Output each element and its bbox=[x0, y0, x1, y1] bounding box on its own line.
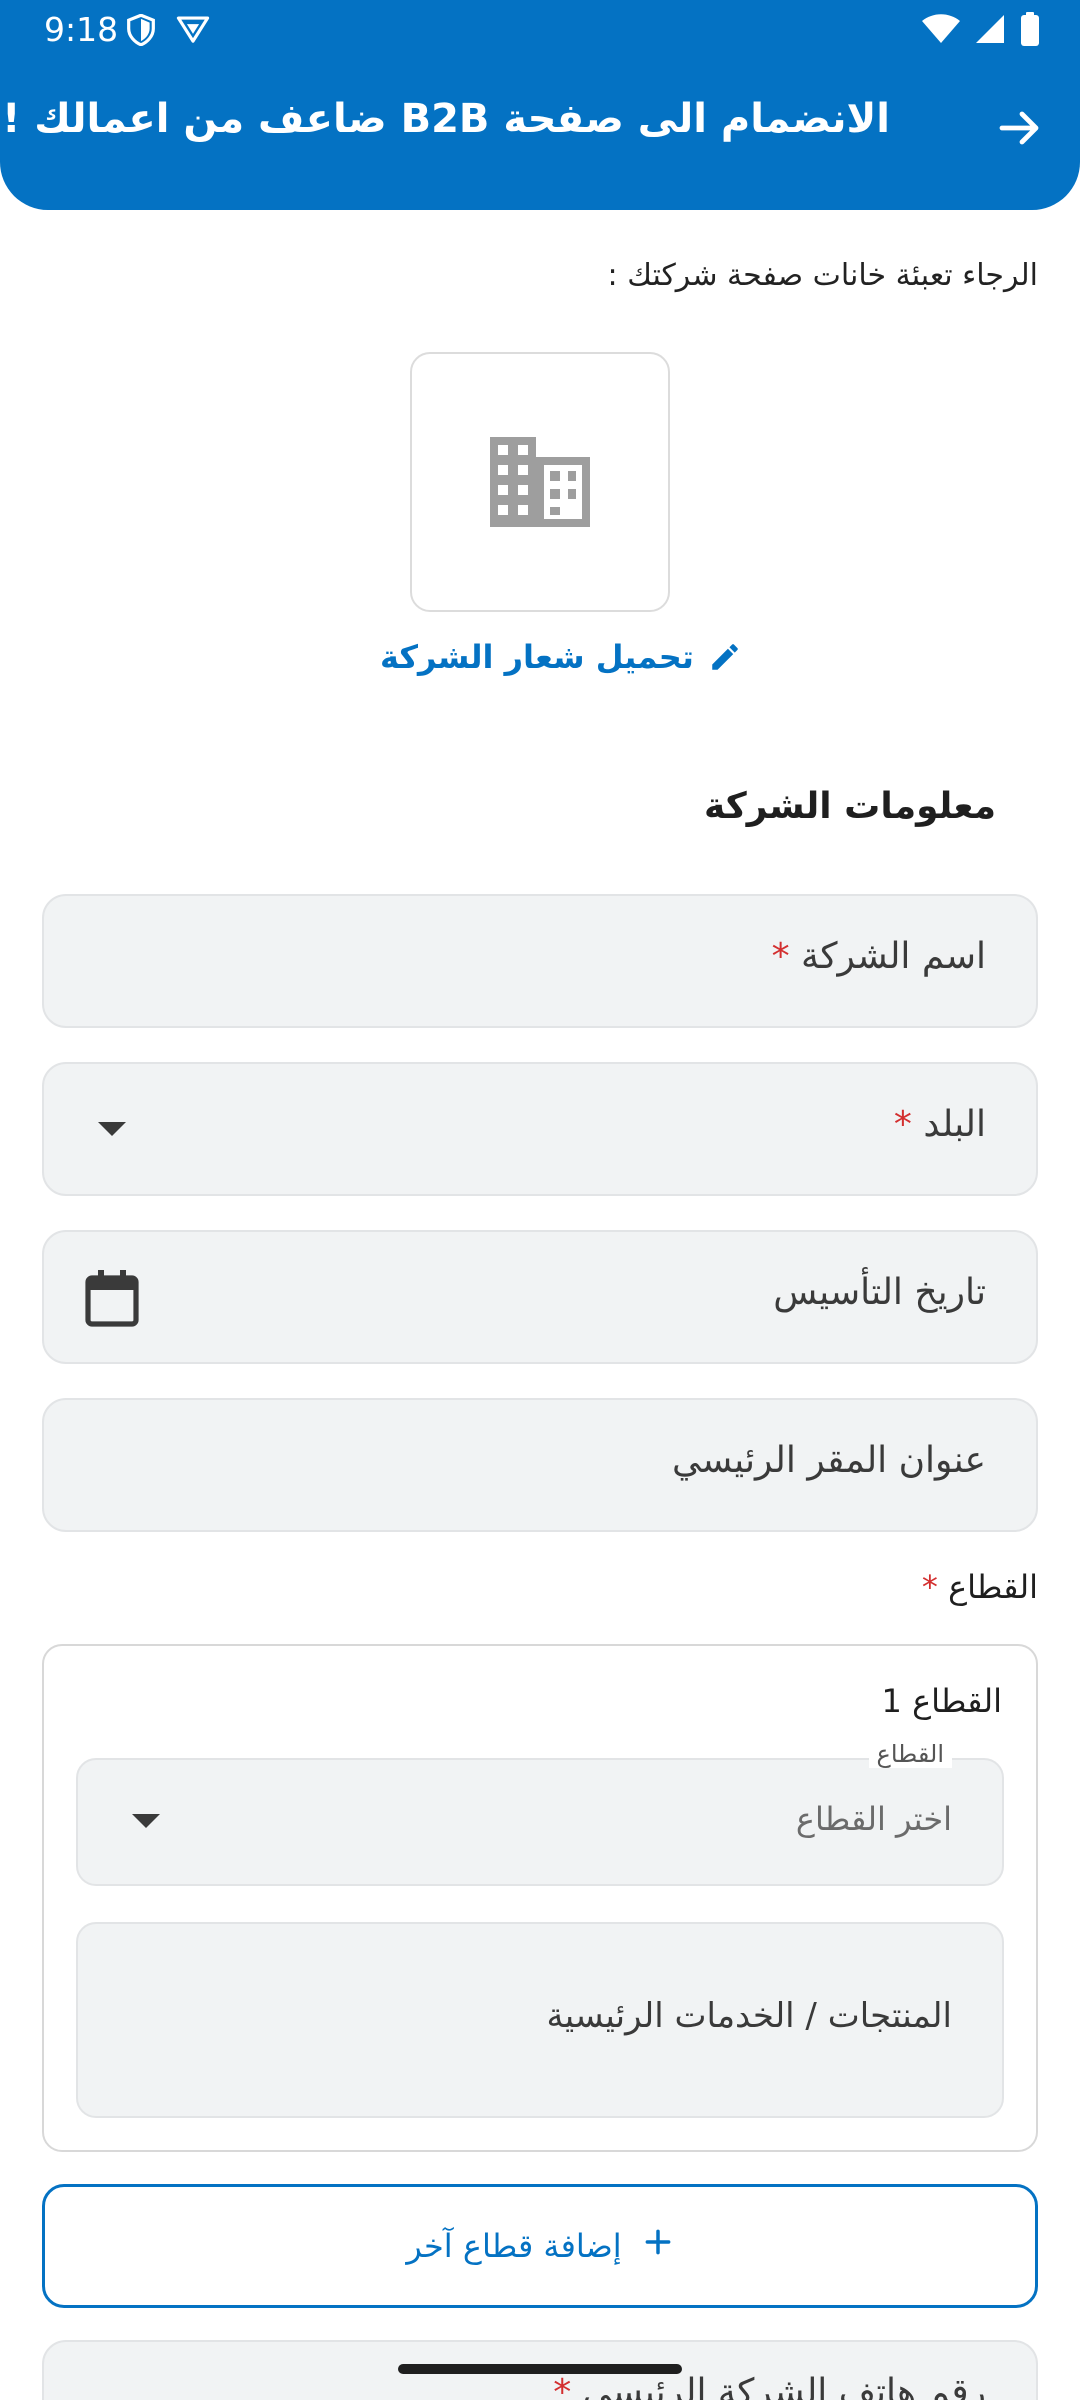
dropdown-arrow-icon bbox=[80, 1098, 144, 1162]
sector-select-placeholder: اختر القطاع bbox=[795, 1800, 952, 1838]
company-info-title: معلومات الشركة bbox=[703, 786, 996, 827]
plus-icon bbox=[642, 2226, 674, 2266]
company-phone-label: رقم هاتف الشركة الرئيسي bbox=[582, 2372, 986, 2400]
status-bar: 9:18 bbox=[0, 0, 1080, 62]
battery-icon bbox=[1020, 12, 1040, 50]
instructions-text: الرجاء تعبئة خانات صفحة شركتك : bbox=[607, 258, 1038, 293]
required-mark: * bbox=[771, 936, 790, 977]
founding-date-field[interactable]: تاريخ التأسيس bbox=[42, 1230, 1038, 1364]
sector-card-title: القطاع 1 bbox=[881, 1682, 1002, 1720]
company-logo-placeholder[interactable] bbox=[410, 352, 670, 612]
country-label: البلد bbox=[923, 1104, 986, 1145]
vpn-icon bbox=[176, 14, 210, 50]
required-mark: * bbox=[921, 1568, 938, 1606]
products-services-label: المنتجات / الخدمات الرئيسية bbox=[546, 1996, 952, 2036]
hq-address-label: عنوان المقر الرئيسي bbox=[672, 1440, 986, 1481]
back-button[interactable] bbox=[990, 98, 1050, 158]
arrow-right-icon bbox=[999, 111, 1039, 145]
sector-select-label: القطاع bbox=[868, 1740, 952, 1768]
status-time: 9:18 bbox=[44, 10, 119, 49]
home-indicator[interactable] bbox=[398, 2364, 682, 2374]
page-title: الانضمام الى صفحة B2B ضاعف من اعمالك ! bbox=[2, 96, 890, 142]
company-name-label: اسم الشركة bbox=[801, 936, 986, 977]
sector-select[interactable]: القطاع اختر القطاع bbox=[76, 1740, 1004, 1886]
upload-logo-label: تحميل شعار الشركة bbox=[380, 638, 694, 676]
required-mark: * bbox=[553, 2372, 572, 2400]
shield-icon bbox=[126, 13, 156, 50]
sector-label-text: القطاع bbox=[948, 1568, 1038, 1606]
building-icon bbox=[490, 437, 590, 527]
signal-icon bbox=[974, 13, 1006, 49]
upload-logo-link[interactable]: تحميل شعار الشركة bbox=[380, 632, 742, 682]
sector-section-label: القطاع * bbox=[922, 1568, 1038, 1606]
founding-date-label: تاريخ التأسيس bbox=[773, 1272, 986, 1313]
wifi-icon bbox=[922, 14, 960, 48]
edit-pencil-icon bbox=[712, 644, 738, 670]
required-mark: * bbox=[893, 1104, 912, 1145]
app-header: 9:18 الانضمام الى صفحة B2B ضاعف من اعمال… bbox=[0, 0, 1080, 210]
dropdown-arrow-icon bbox=[114, 1790, 178, 1854]
hq-address-field[interactable]: عنوان المقر الرئيسي bbox=[42, 1398, 1038, 1532]
sector-card: القطاع 1 القطاع اختر القطاع المنتجات / ا… bbox=[42, 1644, 1038, 2152]
calendar-icon[interactable] bbox=[80, 1266, 144, 1330]
company-name-field[interactable]: اسم الشركة * bbox=[42, 894, 1038, 1028]
products-services-field[interactable]: المنتجات / الخدمات الرئيسية bbox=[76, 1922, 1004, 2118]
country-select[interactable]: البلد * bbox=[42, 1062, 1038, 1196]
add-sector-label: إضافة قطاع آخر bbox=[406, 2227, 622, 2265]
add-sector-button[interactable]: إضافة قطاع آخر bbox=[42, 2184, 1038, 2308]
